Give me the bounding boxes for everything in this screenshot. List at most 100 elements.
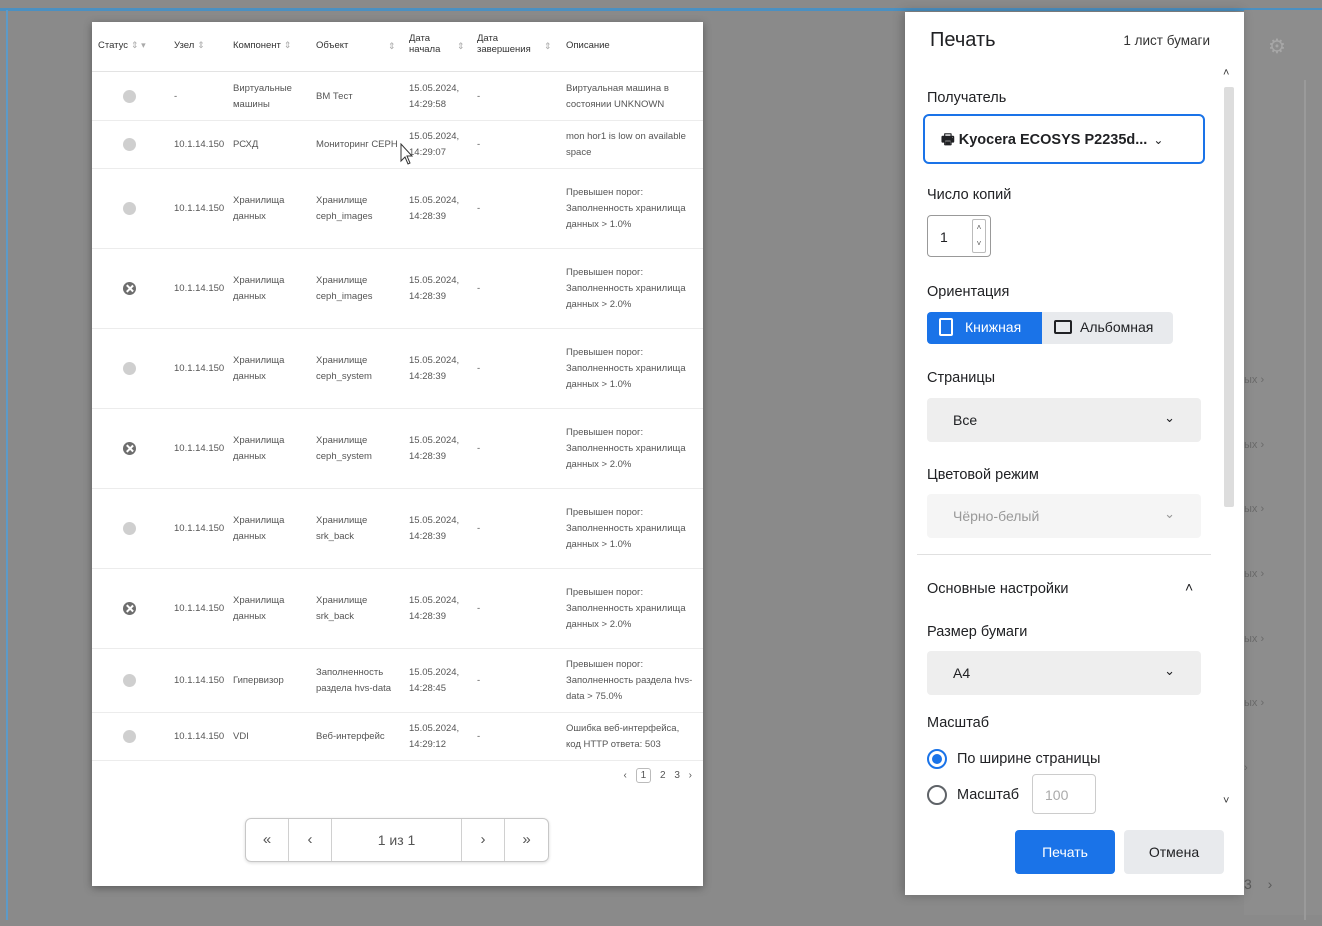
status-error-icon	[123, 282, 136, 295]
orientation-label: Ориентация	[927, 284, 1010, 300]
portrait-button[interactable]: Книжная	[927, 312, 1042, 344]
cell-end: -	[477, 603, 481, 614]
cell-start: 15.05.2024, 14:28:39	[409, 195, 460, 222]
cancel-button[interactable]: Отмена	[1124, 830, 1224, 874]
status-ok-icon	[123, 522, 136, 535]
pages-select[interactable]: Все ⌄	[927, 398, 1201, 442]
cell-component: Гипервизор	[233, 675, 284, 686]
cell-component: Хранилища данных	[233, 435, 285, 462]
copies-value: 1	[940, 229, 948, 245]
chevron-up-icon[interactable]: ˄	[1185, 579, 1193, 595]
cell-object: Хранилище ceph_images	[316, 275, 373, 302]
cell-object: Хранилище ceph_images	[316, 195, 373, 222]
sort-icon: ⇕	[388, 41, 396, 51]
cell-start: 15.05.2024, 14:28:39	[409, 275, 460, 302]
cell-end: -	[477, 139, 481, 150]
cell-start: 15.05.2024, 14:29:58	[409, 83, 460, 110]
cell-start: 15.05.2024, 14:28:39	[409, 355, 460, 382]
sort-icon: ⇕	[457, 41, 465, 51]
table-row: 10.1.14.150 Хранилища данных Хранилище cep…	[92, 169, 703, 249]
mini-pagination: ‹ 1 2 3 ›	[621, 768, 696, 783]
scroll-up-icon[interactable]: ˄	[1223, 67, 1229, 79]
settings-panel[interactable]: Получатель 🖶 Kyocera ECOSYS P2235d... ⌄ Ч…	[905, 67, 1244, 815]
print-dialog: Печать 1 лист бумаги Получатель 🖶 Kyocer…	[905, 12, 1244, 895]
copies-label: Число копий	[927, 187, 1012, 203]
scrollbar-thumb[interactable]	[1224, 87, 1234, 507]
mini-prev[interactable]: ‹	[624, 770, 627, 781]
cell-description: Превышен порог: Заполненность хранилища …	[566, 187, 686, 230]
scroll-down-icon[interactable]: ˅	[1223, 795, 1229, 807]
cell-end: -	[477, 523, 481, 534]
cell-end: -	[477, 675, 481, 686]
next-page-button[interactable]: ›	[462, 819, 505, 861]
mini-page-2[interactable]: 2	[660, 770, 666, 781]
section-divider	[917, 554, 1211, 555]
background-pager: 3 ›	[1244, 876, 1279, 892]
cell-component: VDI	[233, 731, 249, 742]
last-page-button[interactable]: »	[505, 819, 548, 861]
mini-page-3[interactable]: 3	[674, 770, 680, 781]
cell-start: 15.05.2024, 14:28:39	[409, 515, 460, 542]
chevron-down-icon: ⌄	[1164, 410, 1175, 425]
landscape-button[interactable]: Альбомная	[1042, 312, 1173, 344]
dialog-title: Печать	[930, 29, 996, 51]
color-mode-label: Цветовой режим	[927, 467, 1039, 483]
scrollbar[interactable]: ˄ ˅	[1222, 67, 1236, 807]
table-row: 10.1.14.150 Хранилища данных Хранилище srk…	[92, 489, 703, 569]
header-node: Узел ⇕	[174, 40, 205, 51]
fit-width-label[interactable]: По ширине страницы	[957, 751, 1100, 767]
first-page-button[interactable]: «	[246, 819, 289, 861]
cell-start: 15.05.2024, 14:28:45	[409, 667, 460, 694]
custom-scale-label[interactable]: Масштаб	[957, 787, 1019, 803]
copies-input[interactable]: 1 ˄ ˅	[927, 215, 991, 257]
sort-icon: ⇕	[544, 41, 552, 51]
cell-node: 10.1.14.150	[174, 363, 225, 374]
table-header: Статус ⇕ ▾ Узел ⇕ Компонент ⇕ Объект ⇕ Дата…	[92, 22, 703, 72]
table-row: 10.1.14.150 РСХД Мониторинг СЕРН 15.05.2024…	[92, 121, 703, 169]
mini-page-1[interactable]: 1	[635, 768, 652, 783]
mini-next[interactable]: ›	[689, 770, 692, 781]
cell-description: Превышен порог: Заполненность хранилища …	[566, 507, 686, 550]
copies-stepper[interactable]: ˄ ˅	[972, 219, 986, 253]
background-item: ых ›	[1244, 374, 1265, 386]
color-mode-select[interactable]: Чёрно-белый ⌄	[927, 494, 1201, 538]
status-ok-icon	[123, 202, 136, 215]
cell-description: Превышен порог: Заполненность хранилища …	[566, 267, 686, 310]
custom-scale-radio[interactable]	[927, 785, 947, 805]
cell-end: -	[477, 91, 481, 102]
header-start-date: Дата начала	[409, 33, 441, 55]
cell-start: 15.05.2024, 14:28:39	[409, 435, 460, 462]
cell-node: 10.1.14.150	[174, 139, 225, 150]
cell-object: Веб-интерфейс	[316, 731, 385, 742]
scale-label: Масштаб	[927, 715, 990, 731]
prev-page-button[interactable]: ‹	[289, 819, 332, 861]
basic-settings-toggle[interactable]: Основные настройки	[927, 581, 1068, 597]
cell-description: Превышен порог: Заполненность хранилища …	[566, 427, 686, 470]
cell-object: Заполненность раздела hvs-data	[316, 667, 392, 694]
background-divider	[1304, 80, 1306, 920]
status-error-icon	[123, 602, 136, 615]
landscape-page-icon	[1054, 320, 1072, 334]
status-ok-icon	[123, 674, 136, 687]
background-item: ых ›	[1244, 697, 1265, 709]
pages-label: Страницы	[927, 370, 996, 386]
cell-node: 10.1.14.150	[174, 283, 225, 294]
cell-description: Превышен порог: Заполненность раздела hv…	[566, 659, 693, 702]
status-ok-icon	[123, 138, 136, 151]
table-row: 10.1.14.150 Гипервизор Заполненность разде…	[92, 649, 703, 713]
paper-size-select[interactable]: A4 ⌄	[927, 651, 1201, 695]
table-row: 10.1.14.150 Хранилища данных Хранилище cep…	[92, 249, 703, 329]
cell-component: Хранилища данных	[233, 275, 285, 302]
fit-width-radio[interactable]	[927, 749, 947, 769]
destination-select[interactable]: 🖶 Kyocera ECOSYS P2235d... ⌄	[923, 114, 1205, 164]
cell-object: Хранилище ceph_system	[316, 355, 372, 382]
background-item: ых ›	[1244, 503, 1265, 515]
cell-node: 10.1.14.150	[174, 523, 225, 534]
cell-node: 10.1.14.150	[174, 603, 225, 614]
scale-input[interactable]: 100	[1032, 774, 1096, 814]
print-button[interactable]: Печать	[1015, 830, 1115, 874]
cell-component: Хранилища данных	[233, 195, 285, 222]
chevron-down-icon: ⌄	[1164, 506, 1175, 521]
cell-component: РСХД	[233, 139, 259, 150]
cell-end: -	[477, 731, 481, 742]
